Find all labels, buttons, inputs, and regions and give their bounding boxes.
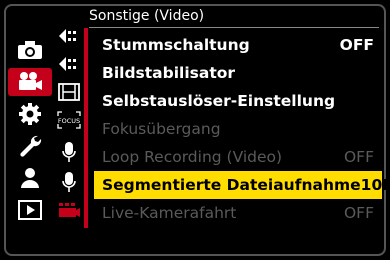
page-title: Sonstige (Video) [89, 8, 205, 24]
focus-icon[interactable]: FOCUS [52, 106, 86, 134]
menu-item-label: Bildstabilisator [102, 64, 236, 82]
mic-icon[interactable] [52, 138, 86, 166]
menu-item-label: Live-Kamerafahrt [102, 204, 237, 222]
menu-item-value: OFF [339, 36, 374, 54]
menu-item-loop-recording[interactable]: Loop Recording (Video) OFF [94, 143, 382, 171]
menu-item-stummschaltung[interactable]: Stummschaltung OFF [94, 31, 382, 59]
film-icon[interactable] [52, 78, 86, 106]
person-icon[interactable] [8, 164, 52, 192]
category-column [8, 30, 52, 230]
video-camera-icon[interactable] [8, 68, 52, 96]
selection-indicator [84, 28, 88, 228]
camera-icon[interactable] [8, 36, 52, 64]
subcategory-column: FOCUS [52, 22, 86, 232]
menu-item-label: Stummschaltung [102, 36, 250, 54]
camera-menu-screen: Sonstige (Video) FOCUS Stummschaltung OF… [0, 0, 390, 260]
playback-icon[interactable] [8, 196, 52, 224]
menu-item-label: Segmentierte Dateiaufnahme [102, 176, 361, 194]
scene-b-icon[interactable] [52, 50, 86, 78]
mic-icon-2[interactable] [52, 168, 86, 196]
menu-item-label: Loop Recording (Video) [102, 148, 283, 166]
menu-item-value: 10MIN. [360, 176, 390, 194]
scene-a-icon[interactable] [52, 22, 86, 50]
menu-item-selbstausloeser[interactable]: Selbstauslöser-Einstellung [94, 87, 382, 115]
menu-item-fokusuebergang[interactable]: Fokusübergang [94, 115, 382, 143]
title-divider [89, 27, 379, 28]
menu-item-label: Selbstauslöser-Einstellung [102, 92, 336, 110]
menu-item-segmentierte-dateiaufnahme[interactable]: Segmentierte Dateiaufnahme 10MIN. [94, 171, 390, 199]
menu-item-bildstabilisator[interactable]: Bildstabilisator [94, 59, 382, 87]
menu-item-label: Fokusübergang [102, 120, 221, 138]
menu-item-value: OFF [343, 148, 374, 166]
gear-icon[interactable] [8, 100, 52, 128]
menu-item-live-kamerafahrt[interactable]: Live-Kamerafahrt OFF [94, 199, 382, 227]
menu-item-value: OFF [343, 204, 374, 222]
video-other-icon[interactable] [52, 196, 86, 224]
svg-text:FOCUS: FOCUS [58, 117, 80, 125]
wrench-icon[interactable] [8, 132, 52, 160]
